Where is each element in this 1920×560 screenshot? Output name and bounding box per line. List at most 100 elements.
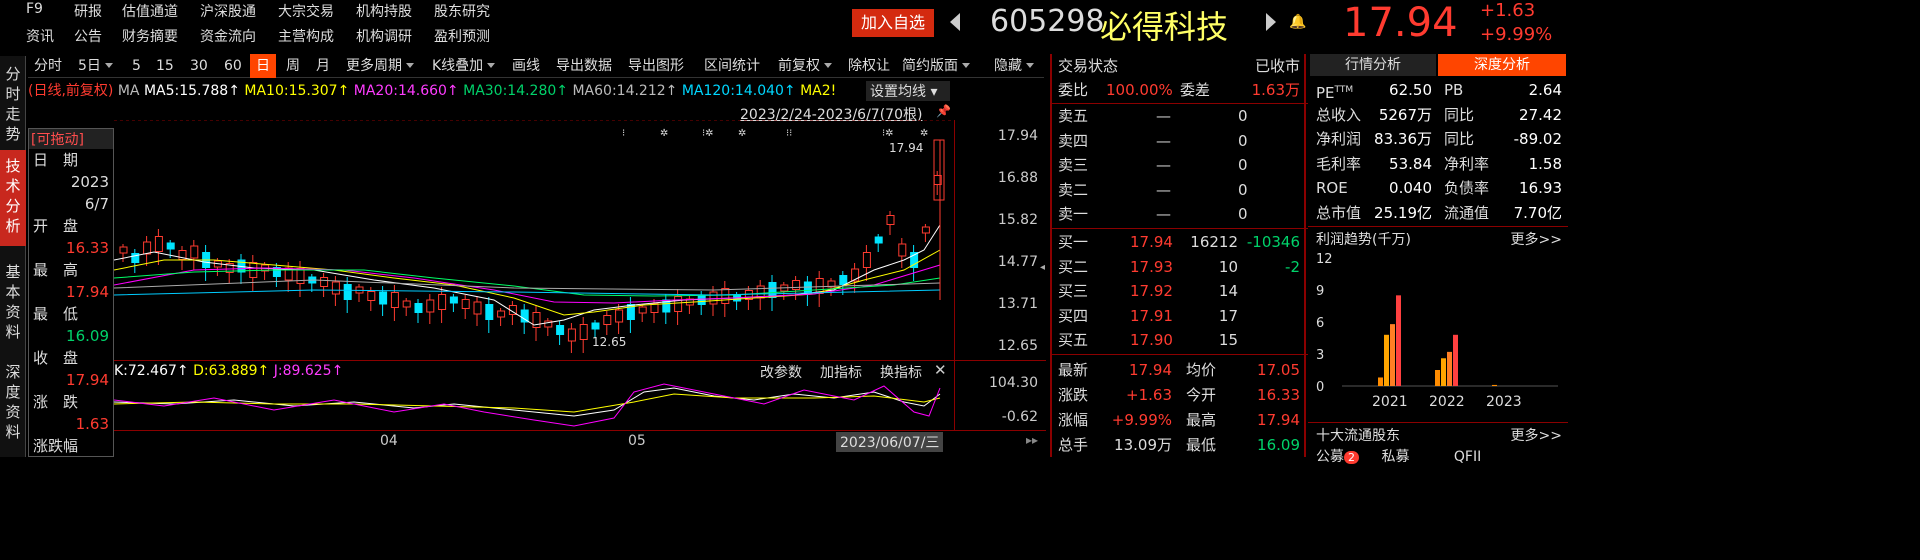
kline-chart[interactable]: 17.94 12.65 ⁝ ✲ ⁝✲ ✲ ⁝⁝ ⁝✲ ✲ (114, 120, 954, 360)
candle-body (898, 243, 907, 257)
tab-deep[interactable]: 深度资料 (0, 362, 26, 442)
tb-60min[interactable]: 60 (224, 54, 242, 78)
sell-level-price[interactable]: — (1156, 178, 1171, 202)
sell-level-price[interactable]: — (1156, 104, 1171, 128)
profit-more-link[interactable]: 更多>> (1511, 229, 1562, 249)
nav-business[interactable]: 主营构成 (278, 26, 334, 46)
scroll-left-icon[interactable]: ◂ (1040, 262, 1045, 273)
candle-body (603, 315, 612, 325)
metric-sup: TTM (1334, 85, 1354, 95)
popup-date-year: 2023 (70, 173, 109, 191)
y-label: 15.82 (997, 212, 1038, 228)
nav-valuation[interactable]: 估值通道 (122, 1, 178, 21)
tab-market-analysis[interactable]: 行情分析 (1310, 54, 1436, 76)
buy-level-price[interactable]: 17.90 (1130, 328, 1173, 352)
header-price: 17.94 (1343, 0, 1458, 46)
sell-level-volume: 0 (1238, 156, 1248, 175)
candle-body (426, 299, 435, 313)
tb-draw[interactable]: 画线 (512, 54, 540, 78)
nav-news[interactable]: 资讯 (26, 26, 54, 46)
popup-title[interactable]: [可拖动] (29, 129, 113, 149)
tb-range-stats[interactable]: 区间统计 (704, 54, 760, 78)
candle-body (591, 322, 600, 330)
buy-level-price[interactable]: 17.92 (1130, 279, 1173, 303)
data-popup[interactable]: [可拖动] 日 期 2023 6/7 开 盘 16.33 最 高 17.94 最… (28, 128, 114, 457)
nav-announce[interactable]: 公告 (74, 26, 102, 46)
buy-level-price[interactable]: 17.91 (1130, 304, 1173, 328)
add-watchlist-button[interactable]: 加入自选 (852, 9, 934, 37)
holder-tab-private[interactable]: 私募 (1381, 449, 1409, 465)
pin-icon[interactable]: 📌 (936, 104, 951, 118)
nav-institution[interactable]: 机构持股 (356, 1, 412, 21)
holder-tab-qfii[interactable]: QFII (1454, 449, 1481, 465)
ma-setting-button[interactable]: 设置均线 ▾ (866, 81, 950, 101)
scroll-right-icon[interactable]: ▸▸ (1026, 433, 1038, 447)
ma-label[interactable]: MA (118, 83, 140, 99)
y-label: 13.71 (997, 296, 1038, 312)
tb-export-image[interactable]: 导出图形 (628, 54, 684, 78)
profit-bar (1384, 334, 1389, 386)
candle-body (320, 277, 329, 287)
metric-value: 25.19亿 (1374, 203, 1432, 222)
prev-stock-icon[interactable] (950, 13, 960, 31)
nav-block-trade[interactable]: 大宗交易 (278, 1, 334, 21)
nav-research[interactable]: 研报 (74, 1, 102, 21)
nav-survey[interactable]: 机构调研 (356, 26, 412, 46)
kdj-params-button[interactable]: 改参数 (760, 362, 802, 382)
tb-adjust[interactable]: 前复权 (778, 54, 832, 78)
nav-hsgt[interactable]: 沪深股通 (200, 1, 256, 21)
buy-level-label: 买五 (1058, 331, 1089, 350)
y-label: 12.65 (997, 338, 1038, 354)
tab-technical[interactable]: 技术分析 (0, 150, 26, 246)
kdj-switch-button[interactable]: 换指标 (880, 362, 922, 382)
holder-tab-public[interactable]: 公募 (1316, 449, 1344, 465)
candle-body (438, 294, 447, 310)
nav-forecast[interactable]: 盈利预测 (434, 26, 490, 46)
buy-level-price[interactable]: 17.94 (1130, 230, 1173, 254)
tb-15min[interactable]: 15 (156, 54, 174, 78)
kdj-add-button[interactable]: 加指标 (820, 362, 862, 382)
weicha-label: 委差 (1180, 81, 1211, 99)
tb-day[interactable]: 日 (250, 54, 276, 78)
tb-intraday[interactable]: 分时 (34, 54, 62, 78)
tb-export-data[interactable]: 导出数据 (556, 54, 612, 78)
candle-body (921, 226, 930, 234)
buy-level-price[interactable]: 17.93 (1130, 255, 1173, 279)
profit-trend-title: 利润趋势(千万) (1316, 232, 1411, 248)
candle-body (402, 300, 411, 308)
stat-value: 17.05 (1257, 361, 1300, 379)
kdj-j: J:89.625↑ (273, 363, 344, 379)
next-stock-icon[interactable] (1266, 13, 1276, 31)
tb-kline-overlay[interactable]: K线叠加 (432, 54, 495, 78)
tb-5day[interactable]: 5日 (78, 54, 113, 78)
tab-basic[interactable]: 基本资料 (0, 262, 26, 342)
tb-hide[interactable]: 隐藏 (994, 54, 1034, 78)
popup-date-md: 6/7 (84, 195, 109, 213)
stat-value: 16.09 (1257, 436, 1300, 454)
tb-5min[interactable]: 5 (132, 54, 141, 78)
high-marker: 17.94 (889, 141, 923, 155)
nav-f9[interactable]: F9 (26, 1, 43, 17)
tab-deep-analysis[interactable]: 深度分析 (1438, 54, 1566, 76)
candle-body (154, 236, 163, 252)
sell-level-price[interactable]: — (1156, 202, 1171, 226)
sell-level-price[interactable]: — (1156, 153, 1171, 177)
metric-value: 5267万 (1378, 105, 1432, 124)
tab-intraday[interactable]: 分时走势 (0, 64, 26, 144)
tb-month[interactable]: 月 (316, 54, 330, 78)
svg-text:✲: ✲ (738, 128, 746, 139)
tb-layout[interactable]: 简约版面 (902, 54, 970, 78)
tb-30min[interactable]: 30 (190, 54, 208, 78)
close-icon[interactable]: ✕ (934, 361, 947, 379)
nav-shareholder[interactable]: 股东研究 (434, 1, 490, 21)
tb-more-period[interactable]: 更多周期 (346, 54, 414, 78)
profit-y-tick: 3 (1316, 348, 1324, 363)
tb-exright[interactable]: 除权让 (848, 54, 898, 78)
top10-more-link[interactable]: 更多>> (1511, 425, 1562, 445)
sell-level-price[interactable]: — (1156, 129, 1171, 153)
sell-level-label: 卖三 (1058, 156, 1089, 175)
tb-week[interactable]: 周 (286, 54, 300, 78)
nav-capital[interactable]: 资金流向 (200, 26, 256, 46)
bell-icon[interactable]: 🔔 (1289, 14, 1306, 30)
nav-finance[interactable]: 财务摘要 (122, 26, 178, 46)
